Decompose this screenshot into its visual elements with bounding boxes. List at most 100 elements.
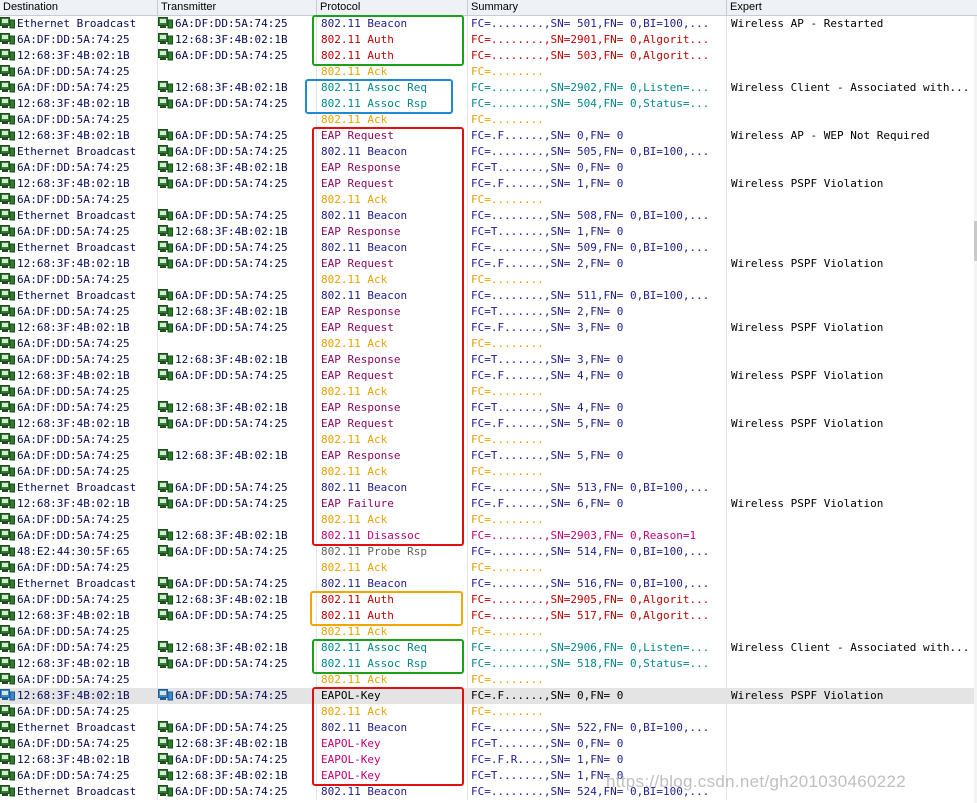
transmitter-cell-text: 6A:DF:DD:5A:74:25 [175, 97, 288, 110]
expert-cell: Wireless PSPF Violation [731, 689, 884, 702]
packet-row[interactable]: 6A:DF:DD:5A:74:25 802.11 Ack FC=........ [0, 624, 977, 640]
packet-row[interactable]: 12:68:3F:4B:02:1B 6A:DF:DD:5A:74:25 802.11… [0, 48, 977, 64]
packet-row[interactable]: 6A:DF:DD:5A:74:25 12:68:3F:4B:02:1B EAP Re… [0, 304, 977, 320]
packet-row[interactable]: Ethernet Broadcast 6A:DF:DD:5A:74:25 802.1… [0, 480, 977, 496]
transmitter-cell: 6A:DF:DD:5A:74:25 [158, 608, 317, 624]
transmitter-cell: 6A:DF:DD:5A:74:25 [158, 656, 317, 672]
packet-row[interactable]: 6A:DF:DD:5A:74:25 12:68:3F:4B:02:1B 802.11… [0, 640, 977, 656]
protocol-cell: EAPOL-Key [317, 688, 468, 704]
transmitter-cell: 6A:DF:DD:5A:74:25 [158, 176, 317, 192]
column-header-summary[interactable]: Summary [468, 0, 727, 15]
expert-cell [727, 544, 977, 560]
packet-row[interactable]: 12:68:3F:4B:02:1B 6A:DF:DD:5A:74:25 EAPOL-… [0, 688, 977, 704]
protocol-cell: EAP Response [317, 400, 468, 416]
column-header-destination[interactable]: Destination [0, 0, 158, 15]
expert-cell [727, 64, 977, 80]
expert-cell [727, 96, 977, 112]
packet-row[interactable]: 6A:DF:DD:5A:74:25 12:68:3F:4B:02:1B 802.11… [0, 32, 977, 48]
destination-cell-text: 6A:DF:DD:5A:74:25 [17, 401, 130, 414]
expert-cell [727, 336, 977, 352]
expert-cell [727, 560, 977, 576]
destination-cell: 12:68:3F:4B:02:1B [0, 496, 158, 512]
packet-list[interactable]: Ethernet Broadcast 6A:DF:DD:5A:74:25 802.1… [0, 16, 977, 800]
protocol-cell: EAP Request [317, 176, 468, 192]
packet-row[interactable]: 12:68:3F:4B:02:1B 6A:DF:DD:5A:74:25 802.11… [0, 608, 977, 624]
destination-cell-text: Ethernet Broadcast [17, 481, 137, 494]
packet-row[interactable]: Ethernet Broadcast 6A:DF:DD:5A:74:25 802.1… [0, 288, 977, 304]
transmitter-cell [158, 624, 317, 640]
destination-cell: 12:68:3F:4B:02:1B [0, 128, 158, 144]
protocol-cell: 802.11 Beacon [317, 288, 468, 304]
network-station-icon [158, 241, 173, 253]
transmitter-cell: 6A:DF:DD:5A:74:25 [158, 128, 317, 144]
packet-row[interactable]: 6A:DF:DD:5A:74:25 802.11 Ack FC=........ [0, 336, 977, 352]
packet-row[interactable]: 6A:DF:DD:5A:74:25 12:68:3F:4B:02:1B 802.11… [0, 528, 977, 544]
transmitter-cell: 6A:DF:DD:5A:74:25 [158, 688, 317, 704]
transmitter-cell: 6A:DF:DD:5A:74:25 [158, 48, 317, 64]
packet-row[interactable]: 6A:DF:DD:5A:74:25 12:68:3F:4B:02:1B EAPOL-… [0, 736, 977, 752]
packet-row[interactable]: 6A:DF:DD:5A:74:25 12:68:3F:4B:02:1B 802.11… [0, 80, 977, 96]
packet-row[interactable]: 48:E2:44:30:5F:65 6A:DF:DD:5A:74:25 802.11… [0, 544, 977, 560]
network-station-icon [158, 353, 173, 365]
summary-cell: FC=........,SN=2905,FN= 0,Algorit... [468, 592, 727, 608]
destination-cell: 6A:DF:DD:5A:74:25 [0, 64, 158, 80]
packet-row[interactable]: 12:68:3F:4B:02:1B 6A:DF:DD:5A:74:25 802.11… [0, 656, 977, 672]
column-header-expert[interactable]: Expert [727, 0, 977, 15]
transmitter-cell: 12:68:3F:4B:02:1B [158, 160, 317, 176]
packet-row[interactable]: 6A:DF:DD:5A:74:25 12:68:3F:4B:02:1B EAP Re… [0, 400, 977, 416]
network-station-icon [0, 721, 15, 733]
packet-row[interactable]: Ethernet Broadcast 6A:DF:DD:5A:74:25 802.1… [0, 16, 977, 32]
packet-row[interactable]: 12:68:3F:4B:02:1B 6A:DF:DD:5A:74:25 EAPOL-… [0, 752, 977, 768]
column-header-protocol[interactable]: Protocol [317, 0, 468, 15]
transmitter-cell: 6A:DF:DD:5A:74:25 [158, 256, 317, 272]
packet-row[interactable]: Ethernet Broadcast 6A:DF:DD:5A:74:25 802.1… [0, 720, 977, 736]
network-station-icon [158, 593, 173, 605]
packet-row[interactable]: 6A:DF:DD:5A:74:25 802.11 Ack FC=........ [0, 672, 977, 688]
expert-cell [727, 608, 977, 624]
expert-cell: Wireless PSPF Violation [731, 177, 884, 190]
packet-row[interactable]: 12:68:3F:4B:02:1B 6A:DF:DD:5A:74:25 EAP Re… [0, 320, 977, 336]
network-station-icon [0, 401, 15, 413]
protocol-cell: 802.11 Auth [317, 608, 468, 624]
destination-cell: 6A:DF:DD:5A:74:25 [0, 224, 158, 240]
packet-row[interactable]: 6A:DF:DD:5A:74:25 802.11 Ack FC=........ [0, 464, 977, 480]
protocol-cell: 802.11 Beacon [317, 240, 468, 256]
packet-row[interactable]: 12:68:3F:4B:02:1B 6A:DF:DD:5A:74:25 EAP Re… [0, 176, 977, 192]
packet-row[interactable]: 6A:DF:DD:5A:74:25 12:68:3F:4B:02:1B EAP Re… [0, 224, 977, 240]
summary-cell: FC=........,SN= 504,FN= 0,Status=... [468, 96, 727, 112]
packet-row[interactable]: 12:68:3F:4B:02:1B 6A:DF:DD:5A:74:25 802.11… [0, 96, 977, 112]
packet-row[interactable]: 6A:DF:DD:5A:74:25 802.11 Ack FC=........ [0, 64, 977, 80]
packet-row[interactable]: 12:68:3F:4B:02:1B 6A:DF:DD:5A:74:25 EAP Re… [0, 128, 977, 144]
destination-cell: 6A:DF:DD:5A:74:25 [0, 768, 158, 784]
network-station-icon [0, 785, 15, 797]
summary-cell: FC=........,SN= 505,FN= 0,BI=100,... [468, 144, 727, 160]
packet-row[interactable]: 6A:DF:DD:5A:74:25 802.11 Ack FC=........ [0, 560, 977, 576]
transmitter-cell-text: 12:68:3F:4B:02:1B [175, 449, 288, 462]
packet-row[interactable]: Ethernet Broadcast 6A:DF:DD:5A:74:25 802.1… [0, 208, 977, 224]
packet-row[interactable]: 6A:DF:DD:5A:74:25 802.11 Ack FC=........ [0, 272, 977, 288]
packet-row[interactable]: Ethernet Broadcast 6A:DF:DD:5A:74:25 802.1… [0, 240, 977, 256]
packet-row[interactable]: 6A:DF:DD:5A:74:25 802.11 Ack FC=........ [0, 384, 977, 400]
expert-cell [727, 352, 977, 368]
network-station-icon [0, 545, 15, 557]
packet-row[interactable]: 6A:DF:DD:5A:74:25 802.11 Ack FC=........ [0, 192, 977, 208]
packet-row[interactable]: 12:68:3F:4B:02:1B 6A:DF:DD:5A:74:25 EAP Fa… [0, 496, 977, 512]
packet-row[interactable]: Ethernet Broadcast 6A:DF:DD:5A:74:25 802.1… [0, 144, 977, 160]
packet-row[interactable]: 12:68:3F:4B:02:1B 6A:DF:DD:5A:74:25 EAP Re… [0, 368, 977, 384]
packet-row[interactable]: Ethernet Broadcast 6A:DF:DD:5A:74:25 802.1… [0, 576, 977, 592]
protocol-cell: 802.11 Assoc Req [317, 80, 468, 96]
packet-row[interactable]: 6A:DF:DD:5A:74:25 802.11 Ack FC=........ [0, 112, 977, 128]
packet-row[interactable]: 12:68:3F:4B:02:1B 6A:DF:DD:5A:74:25 EAP Re… [0, 256, 977, 272]
packet-row[interactable]: 6A:DF:DD:5A:74:25 12:68:3F:4B:02:1B EAP Re… [0, 448, 977, 464]
packet-row[interactable]: 6A:DF:DD:5A:74:25 12:68:3F:4B:02:1B EAP Re… [0, 352, 977, 368]
transmitter-cell: 6A:DF:DD:5A:74:25 [158, 752, 317, 768]
packet-row[interactable]: 6A:DF:DD:5A:74:25 802.11 Ack FC=........ [0, 512, 977, 528]
packet-row[interactable]: 12:68:3F:4B:02:1B 6A:DF:DD:5A:74:25 EAP Re… [0, 416, 977, 432]
transmitter-cell [158, 464, 317, 480]
packet-row[interactable]: 6A:DF:DD:5A:74:25 12:68:3F:4B:02:1B EAP Re… [0, 160, 977, 176]
packet-row[interactable]: 6A:DF:DD:5A:74:25 12:68:3F:4B:02:1B 802.11… [0, 592, 977, 608]
column-header-transmitter[interactable]: Transmitter [158, 0, 317, 15]
network-station-icon [158, 545, 173, 557]
packet-row[interactable]: 6A:DF:DD:5A:74:25 802.11 Ack FC=........ [0, 704, 977, 720]
packet-row[interactable]: 6A:DF:DD:5A:74:25 802.11 Ack FC=........ [0, 432, 977, 448]
